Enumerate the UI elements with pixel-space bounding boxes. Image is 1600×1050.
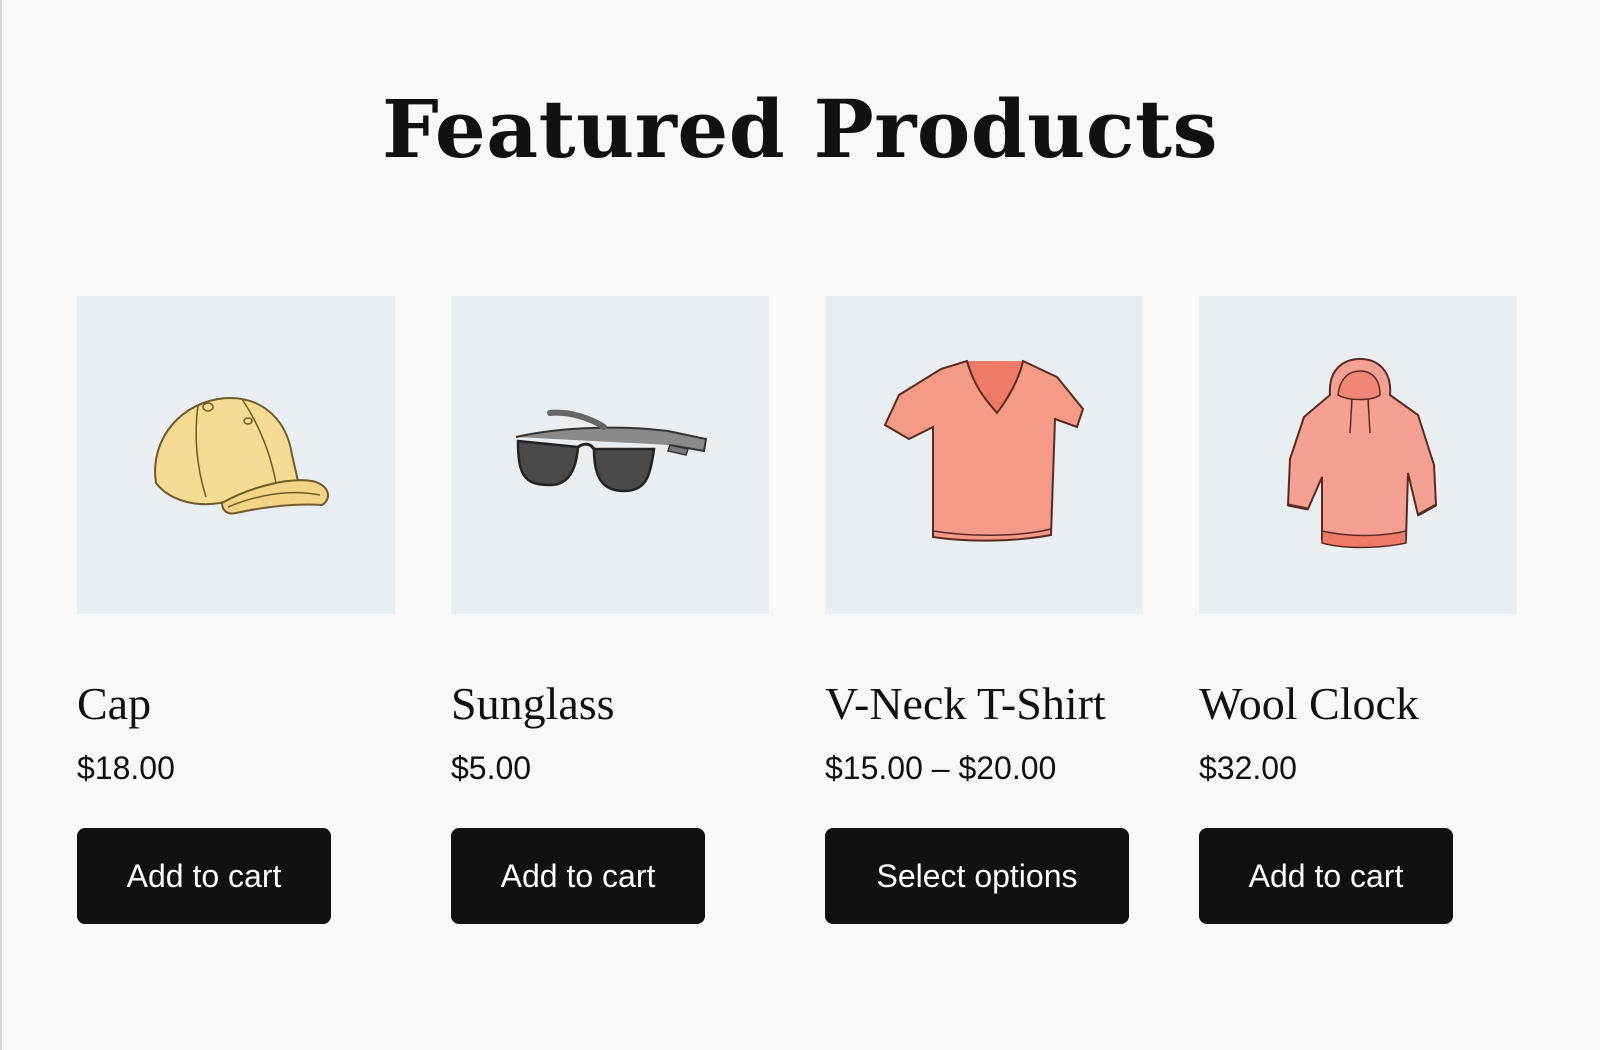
product-image-v-neck-t-shirt[interactable] <box>825 296 1143 614</box>
product-name[interactable]: V-Neck T-Shirt <box>825 676 1143 732</box>
product-grid: Cap $18.00 Add to cart Sunglass $5.00 Ad… <box>77 296 1517 924</box>
add-to-cart-button[interactable]: Add to cart <box>1199 828 1453 924</box>
add-to-cart-button[interactable]: Add to cart <box>77 828 331 924</box>
tshirt-icon <box>883 359 1085 542</box>
product-price: $18.00 <box>77 750 175 786</box>
add-to-cart-button[interactable]: Add to cart <box>451 828 705 924</box>
sunglasses-icon <box>515 409 708 493</box>
product-card-cap: Cap $18.00 Add to cart <box>77 296 395 924</box>
hoodie-icon <box>1286 357 1438 549</box>
product-price: $15.00 – $20.00 <box>825 750 1057 786</box>
product-card-v-neck-t-shirt: V-Neck T-Shirt $15.00 – $20.00 Select op… <box>825 296 1143 924</box>
product-price: $32.00 <box>1199 750 1297 786</box>
page-title: Featured Products <box>381 82 1219 176</box>
product-card-sunglass: Sunglass $5.00 Add to cart <box>451 296 769 924</box>
product-image-sunglass[interactable] <box>451 296 769 614</box>
cap-icon <box>154 397 329 515</box>
select-options-button[interactable]: Select options <box>825 828 1129 924</box>
product-name[interactable]: Cap <box>77 676 395 732</box>
product-image-cap[interactable] <box>77 296 395 614</box>
product-image-wool-clock[interactable] <box>1199 296 1517 614</box>
product-price: $5.00 <box>451 750 532 786</box>
product-card-wool-clock: Wool Clock $32.00 Add to cart <box>1199 296 1517 924</box>
product-name[interactable]: Wool Clock <box>1199 676 1517 732</box>
product-name[interactable]: Sunglass <box>451 676 769 732</box>
